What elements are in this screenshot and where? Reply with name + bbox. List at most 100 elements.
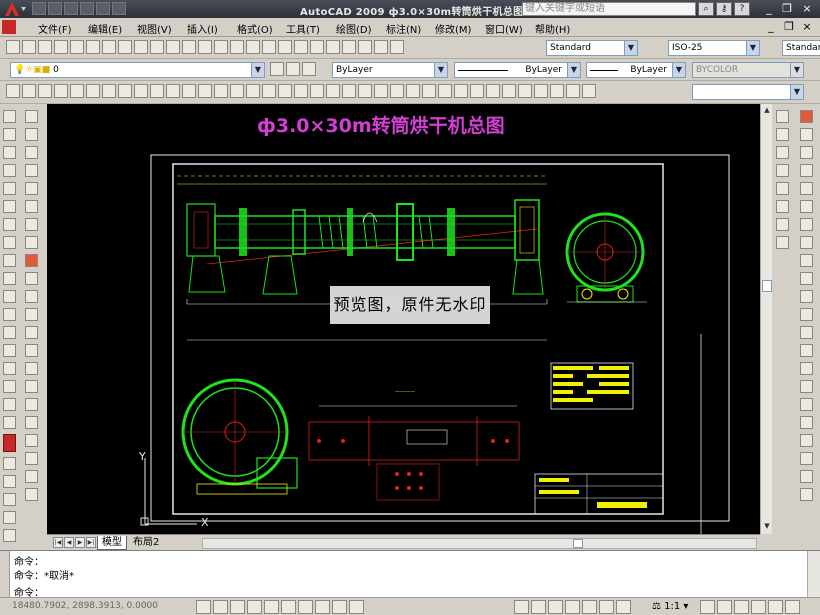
3d-move-icon[interactable]	[294, 84, 308, 98]
view-se-iso-icon[interactable]	[518, 84, 532, 98]
view-right-icon[interactable]	[454, 84, 468, 98]
design-center-icon[interactable]	[310, 40, 324, 54]
pan-left-icon[interactable]	[3, 475, 16, 488]
menu-view[interactable]: 视图(V)	[137, 21, 172, 36]
clean-screen-icon[interactable]	[785, 600, 800, 614]
match-properties-icon[interactable]	[166, 40, 180, 54]
horizontal-scrollbar[interactable]	[202, 538, 757, 549]
polysolid-icon[interactable]	[6, 84, 20, 98]
edit-array-icon[interactable]	[800, 326, 813, 339]
array-icon[interactable]	[776, 182, 789, 195]
open-icon[interactable]	[22, 40, 36, 54]
view-nw-iso-icon[interactable]	[550, 84, 564, 98]
continue-dim-icon[interactable]	[25, 290, 38, 303]
view-back-icon[interactable]	[486, 84, 500, 98]
break-icon[interactable]	[800, 182, 813, 195]
pan-icon[interactable]	[230, 40, 244, 54]
menu-window[interactable]: 窗口(W)	[485, 21, 523, 36]
ordinate-dim-icon[interactable]	[25, 164, 38, 177]
menu-format[interactable]: 格式(O)	[237, 21, 273, 36]
lineweight-icon[interactable]	[332, 600, 347, 614]
3d-rotate-icon[interactable]	[310, 84, 324, 98]
dim-space-icon[interactable]	[25, 308, 38, 321]
command-scrollbar[interactable]	[807, 551, 820, 598]
object-snap-tracking-icon[interactable]	[281, 600, 296, 614]
linetype-select[interactable]: ByLayer ▼	[454, 62, 581, 78]
plotstyle-select[interactable]: BYCOLOR ▼	[692, 62, 804, 78]
dim-edit-icon[interactable]	[25, 416, 38, 429]
aligned-dim-icon[interactable]	[25, 128, 38, 141]
join-icon[interactable]	[800, 200, 813, 213]
search-button[interactable]: ⌕	[698, 2, 714, 16]
menu-file[interactable]: 文件(F)	[38, 21, 72, 36]
copy-icon[interactable]	[134, 40, 148, 54]
loft-icon[interactable]	[230, 84, 244, 98]
menu-modify[interactable]: 修改(M)	[435, 21, 471, 36]
menu-edit[interactable]: 编辑(E)	[88, 21, 122, 36]
helix-icon[interactable]	[134, 84, 148, 98]
3d-array-icon[interactable]	[342, 84, 356, 98]
steering-wheels-icon[interactable]	[565, 600, 580, 614]
menu-help[interactable]: 帮助(H)	[535, 21, 570, 36]
slice-icon[interactable]	[358, 84, 372, 98]
scroll-down-icon[interactable]: ▼	[762, 522, 772, 532]
circle-icon[interactable]	[3, 218, 16, 231]
object-snap-icon[interactable]	[264, 600, 279, 614]
subtract-icon[interactable]	[262, 84, 276, 98]
gradient-icon[interactable]	[3, 380, 16, 393]
cut-icon[interactable]	[118, 40, 132, 54]
measure-icon[interactable]	[800, 488, 813, 501]
last-tab-icon[interactable]: ▶|	[86, 537, 96, 548]
plot-preview-icon[interactable]	[70, 40, 84, 54]
qsave-icon[interactable]	[64, 2, 78, 15]
make-block-icon[interactable]	[3, 326, 16, 339]
document-icon[interactable]	[2, 20, 16, 34]
chevron-down-icon[interactable]: ▼	[434, 63, 447, 77]
dim-style-icon[interactable]	[25, 470, 38, 483]
drawing-area[interactable]: ———— ф3.0×30m转筒烘干机总图 Y X 预览图，原件无水印	[47, 104, 760, 534]
ellipse-arc-icon[interactable]	[3, 290, 16, 303]
annotation-visibility-icon[interactable]	[700, 600, 715, 614]
planar-surface-icon[interactable]	[150, 84, 164, 98]
showmotion-status-icon[interactable]	[616, 600, 631, 614]
linear-dim-icon[interactable]	[25, 110, 38, 123]
minimize-button[interactable]: _	[762, 2, 776, 16]
ellipse-icon[interactable]	[3, 272, 16, 285]
diameter-dim-icon[interactable]	[25, 218, 38, 231]
pyramid-icon[interactable]	[118, 84, 132, 98]
leader-icon[interactable]	[25, 488, 38, 501]
3d-dwf-icon[interactable]	[102, 40, 116, 54]
mirror-icon[interactable]	[776, 146, 789, 159]
zoom-previous-icon[interactable]	[278, 40, 292, 54]
erase-icon[interactable]	[776, 110, 789, 123]
baseline-dim-icon[interactable]	[25, 272, 38, 285]
next-tab-icon[interactable]: ▶	[75, 537, 85, 548]
table-style-select[interactable]: Standar	[782, 40, 820, 56]
center-mark-icon[interactable]	[25, 362, 38, 375]
quick-properties-icon[interactable]	[349, 600, 364, 614]
view-left-icon[interactable]	[438, 84, 452, 98]
zoom-status-icon[interactable]	[599, 600, 614, 614]
intersect-icon[interactable]	[278, 84, 292, 98]
divide-icon[interactable]	[800, 470, 813, 483]
union-icon[interactable]	[246, 84, 260, 98]
layer-states-icon[interactable]	[286, 62, 300, 76]
torus-icon[interactable]	[102, 84, 116, 98]
properties-icon[interactable]	[294, 40, 308, 54]
xref-edit-icon[interactable]	[800, 416, 813, 429]
fillet-icon[interactable]	[800, 236, 813, 249]
plot-icon[interactable]	[54, 40, 68, 54]
mtext-icon[interactable]	[3, 434, 16, 452]
extrude-icon[interactable]	[166, 84, 180, 98]
orbit-icon[interactable]	[3, 457, 16, 470]
view-front-icon[interactable]	[470, 84, 484, 98]
chevron-down-icon[interactable]: ▼	[251, 63, 264, 77]
break-point-icon[interactable]	[800, 164, 813, 177]
spline-icon[interactable]	[3, 254, 16, 267]
color-select[interactable]: ByLayer ▼	[332, 62, 448, 78]
command-window[interactable]: 命令： 命令：*取消* 命令：	[0, 550, 820, 599]
scroll-thumb[interactable]	[762, 280, 772, 292]
quick-view-layouts-icon[interactable]	[531, 600, 546, 614]
dynamic-ucs-icon[interactable]	[298, 600, 313, 614]
rotate-icon[interactable]	[776, 218, 789, 231]
